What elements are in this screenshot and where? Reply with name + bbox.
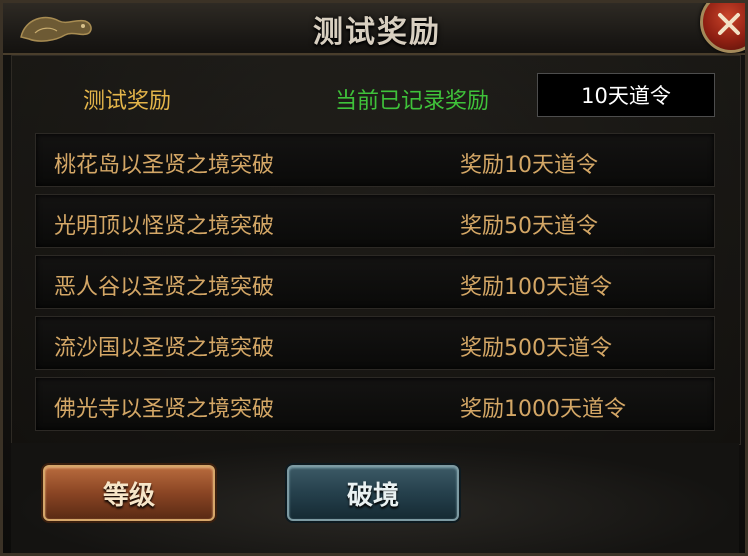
reward-dialog: 测试奖励 测试奖励 当前已记录奖励 10天道令 桃花岛以圣贤之境突破 奖励10天…	[0, 0, 748, 556]
reward-amount: 奖励50天道令	[460, 214, 598, 239]
reward-row: 恶人谷以圣贤之境突破 奖励100天道令	[35, 255, 715, 309]
reward-amount: 奖励10天道令	[460, 153, 598, 178]
close-icon	[718, 13, 740, 35]
reward-row: 流沙国以圣贤之境突破 奖励500天道令	[35, 316, 715, 370]
reward-condition: 光明顶以怪贤之境突破	[54, 214, 275, 239]
reward-condition: 恶人谷以圣贤之境突破	[54, 275, 275, 300]
reward-condition: 佛光寺以圣贤之境突破	[54, 397, 275, 422]
current-reward-value: 10天道令	[537, 73, 715, 117]
reward-condition: 桃花岛以圣贤之境突破	[54, 153, 275, 178]
reward-amount: 奖励1000天道令	[460, 397, 626, 422]
breakthrough-button[interactable]: 破境	[287, 465, 459, 521]
reward-amount: 奖励500天道令	[460, 336, 612, 361]
section-title: 测试奖励	[83, 89, 172, 114]
title-bar: 测试奖励	[3, 3, 745, 55]
window-title: 测试奖励	[313, 15, 441, 50]
reward-row: 桃花岛以圣贤之境突破 奖励10天道令	[35, 133, 715, 187]
reward-amount: 奖励100天道令	[460, 275, 612, 300]
reward-row: 光明顶以怪贤之境突破 奖励50天道令	[35, 194, 715, 248]
level-button[interactable]: 等级	[43, 465, 215, 521]
reward-condition: 流沙国以圣贤之境突破	[54, 336, 275, 361]
reward-row: 佛光寺以圣贤之境突破 奖励1000天道令	[35, 377, 715, 431]
current-reward-label: 当前已记录奖励	[335, 89, 490, 114]
